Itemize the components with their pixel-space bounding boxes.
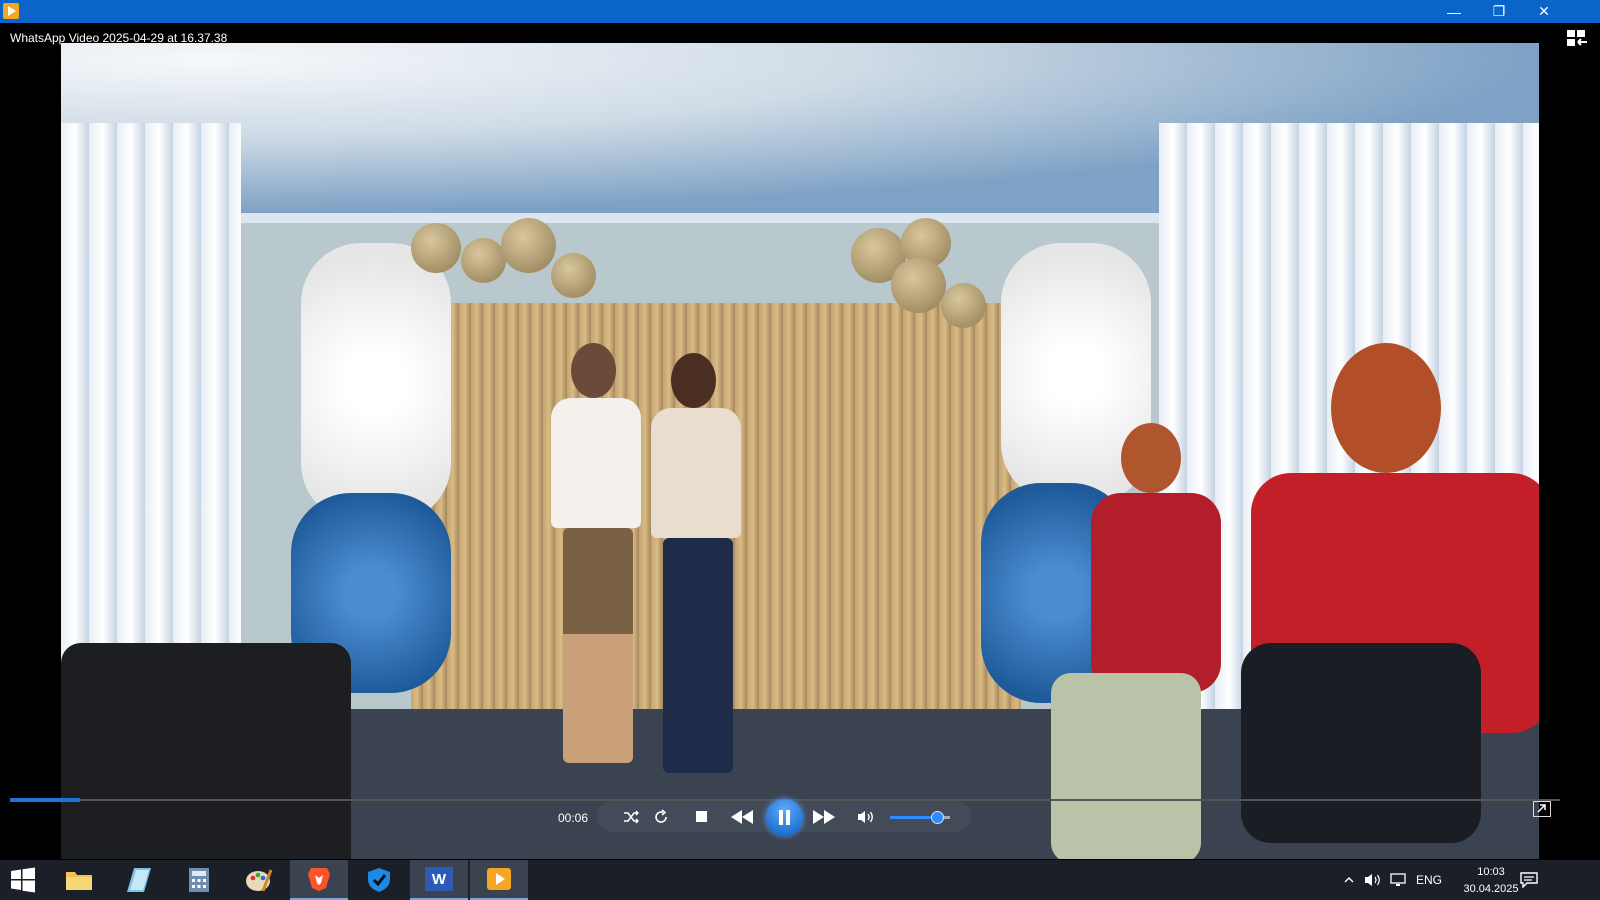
pause-button[interactable] (766, 799, 803, 836)
taskbar-paint[interactable] (230, 860, 288, 900)
gold-balloon (461, 238, 506, 283)
chevron-up-icon (1344, 877, 1354, 883)
presenter-right (641, 353, 751, 783)
taskbar-defender[interactable] (350, 860, 408, 900)
taskbar-calculator[interactable] (170, 860, 228, 900)
paint-icon (246, 869, 273, 892)
mini-mode-icon[interactable] (1533, 801, 1551, 817)
shuffle-icon[interactable] (621, 801, 641, 832)
gold-balloon (891, 258, 946, 313)
previous-button[interactable] (729, 801, 755, 832)
network-tray-icon (1390, 873, 1406, 886)
tray-volume[interactable] (1364, 860, 1384, 900)
action-center-button[interactable] (1520, 860, 1540, 900)
taskbar-clock[interactable]: 10:03 30.04.2025 (1456, 864, 1526, 898)
foreground-chair (61, 643, 351, 859)
close-button[interactable]: ✕ (1521, 0, 1567, 23)
start-button[interactable] (0, 860, 46, 900)
video-viewport[interactable]: WhatsApp Video 2025-04-29 at 16.37.38 00… (0, 23, 1600, 860)
video-frame (61, 43, 1539, 859)
mute-button[interactable] (855, 801, 877, 832)
repeat-icon[interactable] (651, 801, 671, 832)
clock-time: 10:03 (1477, 866, 1505, 878)
taskbar: W ENG 10:03 30.04.2025 (0, 860, 1600, 900)
speaker-icon (858, 810, 873, 823)
audience-member-foreground (1211, 343, 1539, 843)
taskbar-media-player[interactable] (470, 860, 528, 900)
gold-balloon (411, 223, 461, 273)
restore-icon: ❐ (1492, 3, 1506, 19)
next-button[interactable] (811, 801, 837, 832)
gold-balloon (501, 218, 556, 273)
taskbar-brave[interactable] (290, 860, 348, 900)
seek-bar-progress[interactable] (10, 798, 80, 802)
file-explorer-icon (66, 872, 92, 890)
window-titlebar: — ❐ ✕ (0, 0, 1600, 23)
gold-balloon (551, 253, 596, 298)
tray-network[interactable] (1390, 860, 1410, 900)
taskbar-word[interactable]: W (410, 860, 468, 900)
calculator-icon (189, 868, 209, 892)
minimize-icon: — (1447, 3, 1461, 20)
volume-slider-handle[interactable] (931, 811, 944, 824)
notes-icon (127, 868, 151, 892)
elapsed-time: 00:06 (558, 811, 589, 825)
close-icon: ✕ (1538, 3, 1550, 19)
media-player-icon (487, 868, 511, 890)
volume-slider-fill (890, 816, 937, 819)
word-icon: W (425, 867, 453, 891)
defender-icon (368, 868, 390, 892)
brave-browser-icon (308, 868, 330, 891)
media-player-app-icon (3, 3, 19, 19)
rewind-icon (731, 809, 753, 824)
balloon-arch-left-white (301, 243, 451, 523)
gold-balloon (941, 283, 986, 328)
stop-button[interactable] (691, 801, 711, 832)
stop-icon (695, 811, 707, 822)
presenter-left (541, 343, 651, 763)
fast-forward-icon (813, 809, 835, 824)
taskbar-file-explorer[interactable] (50, 860, 108, 900)
start-icon (11, 867, 35, 893)
volume-tray-icon (1365, 874, 1380, 886)
restore-button[interactable]: ❐ (1476, 0, 1522, 23)
minimize-button[interactable]: — (1431, 0, 1477, 23)
input-language[interactable]: ENG (1416, 860, 1444, 900)
taskbar-notes[interactable] (110, 860, 168, 900)
clock-date: 30.04.2025 (1463, 883, 1519, 895)
show-hidden-icons-button[interactable] (1344, 860, 1358, 900)
notification-icon (1520, 872, 1538, 888)
playlist-toggle-icon[interactable] (1566, 29, 1588, 47)
